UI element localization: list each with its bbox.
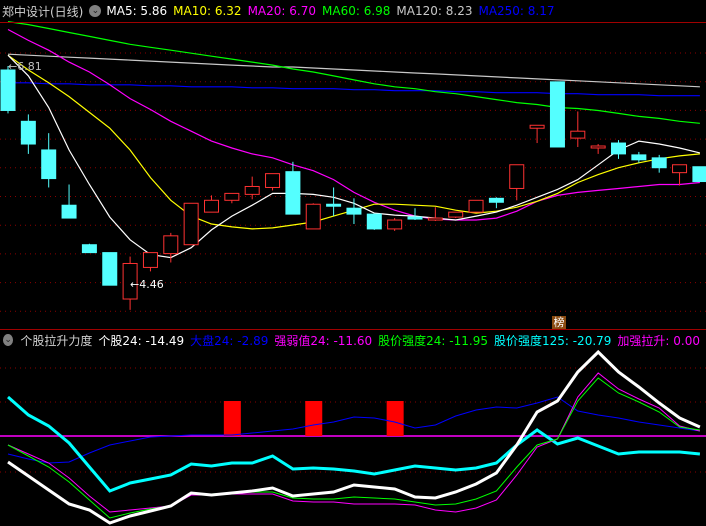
indicator-legend-item: 股价强度24: -11.95: [378, 333, 488, 348]
candle-down: [326, 203, 342, 207]
candle-up: [204, 199, 219, 213]
candle-up: [509, 164, 525, 189]
candle-down: [692, 166, 706, 183]
ma-line-ma120: [7, 53, 700, 88]
indicator-legend-item: 股价强度125: -20.79: [493, 333, 612, 348]
candle-up: [448, 211, 464, 218]
indicator-legend-item: 个股24: -14.49: [98, 333, 185, 348]
candle-down: [61, 204, 77, 219]
main-chart-header: 郑中设计(日线) ⌄ MA5: 5.86 MA10: 6.32 MA20: 6.70…: [0, 0, 706, 23]
candle-down: [366, 213, 382, 230]
candle-down: [611, 142, 626, 155]
indicator-line-股价强度125: [7, 395, 701, 493]
ma-legend: MA5: 5.86 MA10: 6.32 MA20: 6.70 MA60: 6.98 M…: [106, 4, 560, 18]
low-price-label: ←4.46: [130, 278, 164, 291]
candle-up: [305, 203, 321, 230]
candle-down: [285, 171, 301, 215]
candle-up: [244, 185, 260, 195]
candle-up: [183, 202, 199, 246]
ma-legend-item: MA5: 5.86: [106, 4, 168, 18]
high-price-label: ←6.81: [8, 60, 42, 73]
ma-legend-item: MA60: 6.98: [322, 4, 391, 18]
ma-line-ma60: [7, 21, 700, 124]
candle-down: [488, 197, 504, 203]
candle-up: [224, 192, 240, 201]
candle-up: [468, 199, 484, 213]
boost-bar: [305, 401, 323, 436]
ma-legend-item: MA250: 8.17: [478, 4, 555, 18]
indicator-legend-item: 加强拉升: 0.00: [617, 333, 700, 348]
candle-down: [346, 207, 362, 215]
candle-up: [142, 252, 158, 268]
candle-up: [570, 130, 586, 139]
candle-down: [407, 216, 423, 220]
ma-legend-item: MA20: 6.70: [247, 4, 316, 18]
ma-line-ma250: [8, 82, 700, 97]
candle-down: [20, 120, 36, 145]
ma-line-ma20: [7, 28, 700, 221]
ma-legend-item: MA120: 8.23: [396, 4, 473, 18]
candle-up: [590, 145, 606, 149]
ma-legend-item: MA10: 6.32: [173, 4, 242, 18]
indicator-title: 个股拉升力度: [20, 333, 93, 348]
indicator-line-大盘24: [7, 396, 700, 464]
ranking-badge-icon[interactable]: 榜: [552, 316, 566, 329]
candle-down: [81, 244, 97, 254]
candle-up: [265, 173, 281, 188]
stock-title: 郑中设计(日线): [2, 4, 84, 19]
kline-chart[interactable]: [0, 0, 706, 526]
candle-down: [549, 81, 565, 148]
candle-up: [529, 124, 545, 129]
boost-bar: [386, 401, 404, 436]
candle-down: [41, 149, 57, 180]
boost-bar: [223, 401, 241, 436]
candle-down: [651, 157, 667, 169]
candle-down: [631, 154, 647, 161]
candle-up: [427, 217, 443, 221]
candle-down: [102, 252, 118, 286]
chevron-down-icon[interactable]: ⌄: [89, 5, 102, 17]
indicator-legend: 个股24: -14.49 大盘24: -2.89 强弱值24: -11.60 股价强度…: [98, 332, 706, 349]
chevron-down-icon[interactable]: ⌄: [3, 334, 14, 346]
candle-up: [163, 235, 179, 255]
indicator-legend-item: 大盘24: -2.89: [190, 333, 269, 348]
candle-up: [387, 219, 403, 230]
candle-up: [672, 164, 688, 174]
candle-down: [0, 69, 16, 111]
indicator-line-股价强度24: [7, 377, 700, 519]
indicator-header: ⌄ 个股拉升力度 个股24: -14.49 大盘24: -2.89 强弱值24: -…: [0, 329, 706, 350]
indicator-legend-item: 强弱值24: -11.60: [274, 333, 373, 348]
